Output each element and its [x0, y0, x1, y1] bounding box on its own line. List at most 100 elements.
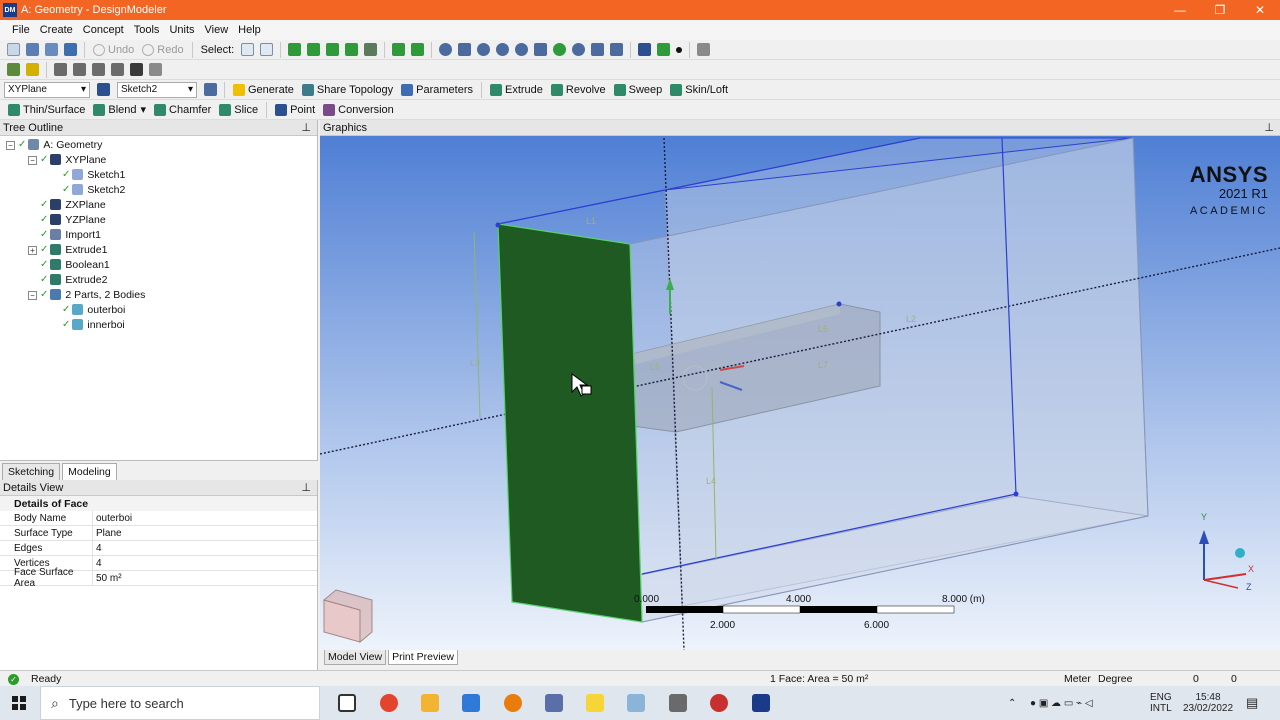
select-all-icon[interactable]: [392, 43, 406, 56]
collapse-geometry-icon[interactable]: −: [6, 141, 15, 150]
undo-button[interactable]: Undo: [89, 41, 138, 59]
viewport-canvas[interactable]: L3 L4 L1 L2 L5 L6 L7 0.000 4.000 8.000 (…: [320, 136, 1280, 650]
save-icon[interactable]: [26, 43, 39, 56]
menu-concept[interactable]: Concept: [78, 24, 129, 36]
3d-viewport[interactable]: L3 L4 L1 L2 L5 L6 L7 0.000 4.000 8.000 (…: [320, 136, 1280, 650]
tab-modeling[interactable]: Modeling: [62, 463, 117, 480]
extend-selection-icon[interactable]: [364, 43, 378, 56]
tree-item-outerboi[interactable]: ✓ outerboi: [62, 302, 125, 317]
pin-icon[interactable]: ⊥: [301, 481, 311, 494]
menu-units[interactable]: Units: [164, 24, 199, 36]
maximize-button[interactable]: ❐: [1200, 0, 1240, 20]
slice-button[interactable]: Slice: [215, 101, 262, 119]
pin-icon[interactable]: ⊥: [1264, 121, 1274, 134]
tree-item-extrude2[interactable]: ✓ Extrude2: [40, 272, 107, 287]
help-cursor-icon[interactable]: [697, 43, 711, 56]
file-explorer-icon[interactable]: [421, 694, 439, 712]
new-sketch-icon[interactable]: [26, 63, 39, 76]
expand-extrude1-icon[interactable]: +: [28, 246, 37, 255]
conversion-button[interactable]: Conversion: [319, 101, 398, 119]
plane-dropdown[interactable]: XYPlane ▾: [4, 81, 90, 98]
magnifier-icon[interactable]: [553, 43, 567, 56]
select-filter-icon[interactable]: [260, 43, 274, 56]
tree-item-innerboi[interactable]: ✓ innerboi: [62, 317, 125, 332]
zoom-icon[interactable]: [477, 43, 491, 56]
tray-icons[interactable]: ● ▣ ☁ ▭ ⌁ ◁: [1030, 686, 1093, 720]
display-plane-icon[interactable]: [638, 43, 652, 56]
previous-view-icon[interactable]: [572, 43, 586, 56]
extrude-button[interactable]: Extrude: [486, 81, 547, 99]
skin-loft-button[interactable]: Skin/Loft: [666, 81, 732, 99]
workbench-icon[interactable]: [669, 694, 687, 712]
save-as-icon[interactable]: [45, 43, 58, 56]
minimize-button[interactable]: —: [1160, 0, 1200, 20]
new-sketch-button-icon[interactable]: [204, 83, 217, 96]
status-angle-unit[interactable]: Degree: [1098, 671, 1132, 687]
point-tool-icon[interactable]: [92, 63, 105, 76]
select-bodies-icon[interactable]: [345, 43, 359, 56]
pin-icon[interactable]: ⊥: [301, 121, 311, 134]
designmodeler-taskbar-icon[interactable]: [752, 694, 770, 712]
tab-print-preview[interactable]: Print Preview: [388, 650, 458, 665]
share-topology-button[interactable]: Share Topology: [298, 81, 397, 99]
select-mode-icon[interactable]: [241, 43, 255, 56]
tab-sketching[interactable]: Sketching: [2, 463, 61, 480]
redo-button[interactable]: Redo: [138, 41, 187, 59]
details-group-header[interactable]: Details of Face: [0, 496, 317, 511]
details-row[interactable]: Body Name outerboi: [0, 511, 317, 526]
new-file-icon[interactable]: [7, 43, 20, 56]
tree-item-sketch1[interactable]: ✓ Sketch1: [62, 167, 125, 182]
close-button[interactable]: ✕: [1240, 0, 1280, 20]
screenshot-icon[interactable]: [64, 43, 77, 56]
menu-view[interactable]: View: [200, 24, 234, 36]
rotate-icon[interactable]: [439, 43, 453, 56]
tree-item-yzplane[interactable]: ✓ YZPlane: [40, 212, 106, 227]
blend-button[interactable]: Blend ▾: [89, 101, 150, 119]
thin-surface-button[interactable]: Thin/Surface: [4, 101, 89, 119]
notification-icon[interactable]: ▤: [1246, 686, 1258, 720]
new-plane-button-icon[interactable]: [97, 83, 110, 96]
parameters-button[interactable]: Parameters: [397, 81, 477, 99]
sweep-button[interactable]: Sweep: [610, 81, 667, 99]
chamfer-button[interactable]: Chamfer: [150, 101, 215, 119]
tree-item-zxplane[interactable]: ✓ ZXPlane: [40, 197, 106, 212]
task-view-icon[interactable]: [338, 694, 356, 712]
details-row[interactable]: Face Surface Area 50 m²: [0, 567, 317, 589]
collapse-parts-icon[interactable]: −: [28, 291, 37, 300]
select-faces-icon[interactable]: [326, 43, 340, 56]
generate-button[interactable]: Generate: [229, 81, 298, 99]
select-points-icon[interactable]: [288, 43, 302, 56]
display-model-icon[interactable]: [657, 43, 671, 56]
look-at-icon[interactable]: [111, 63, 124, 76]
status-length-unit[interactable]: Meter: [1064, 671, 1091, 687]
details-row[interactable]: Edges 4: [0, 541, 317, 556]
tray-chevron-icon[interactable]: ⌃: [1008, 686, 1016, 720]
constraint-icon[interactable]: [149, 63, 162, 76]
menu-tools[interactable]: Tools: [129, 24, 165, 36]
tree-item-boolean1[interactable]: ✓ Boolean1: [40, 257, 110, 272]
tray-language[interactable]: ENG INTL: [1150, 686, 1172, 720]
selected-face[interactable]: [497, 223, 643, 623]
revolve-button[interactable]: Revolve: [547, 81, 610, 99]
pan-icon[interactable]: [458, 43, 472, 56]
point-button[interactable]: Point: [271, 101, 319, 119]
zoom-fit-icon[interactable]: [534, 43, 548, 56]
blender-icon[interactable]: [504, 694, 522, 712]
clear-selection-icon[interactable]: [411, 43, 425, 56]
zoom-box-icon[interactable]: [515, 43, 529, 56]
windows-start-icon[interactable]: [12, 696, 26, 710]
new-plane-icon[interactable]: [7, 63, 20, 76]
triad-iso-ball[interactable]: [1235, 548, 1245, 558]
tree-item-parts-bodies[interactable]: ✓ 2 Parts, 2 Bodies: [40, 287, 145, 302]
select-edges-icon[interactable]: [307, 43, 321, 56]
tree-item-import1[interactable]: ✓ Import1: [40, 227, 101, 242]
tree-item-xyplane[interactable]: ✓ XYPlane: [40, 152, 106, 167]
tree-item-geometry[interactable]: ✓ A: Geometry: [18, 137, 102, 152]
menu-file[interactable]: File: [7, 24, 35, 36]
app-icon[interactable]: [710, 694, 728, 712]
chrome-icon[interactable]: [380, 694, 398, 712]
dimension-icon[interactable]: [130, 63, 143, 76]
curve-tool-icon[interactable]: [73, 63, 86, 76]
menu-create[interactable]: Create: [35, 24, 78, 36]
isometric-view-icon[interactable]: [610, 43, 624, 56]
